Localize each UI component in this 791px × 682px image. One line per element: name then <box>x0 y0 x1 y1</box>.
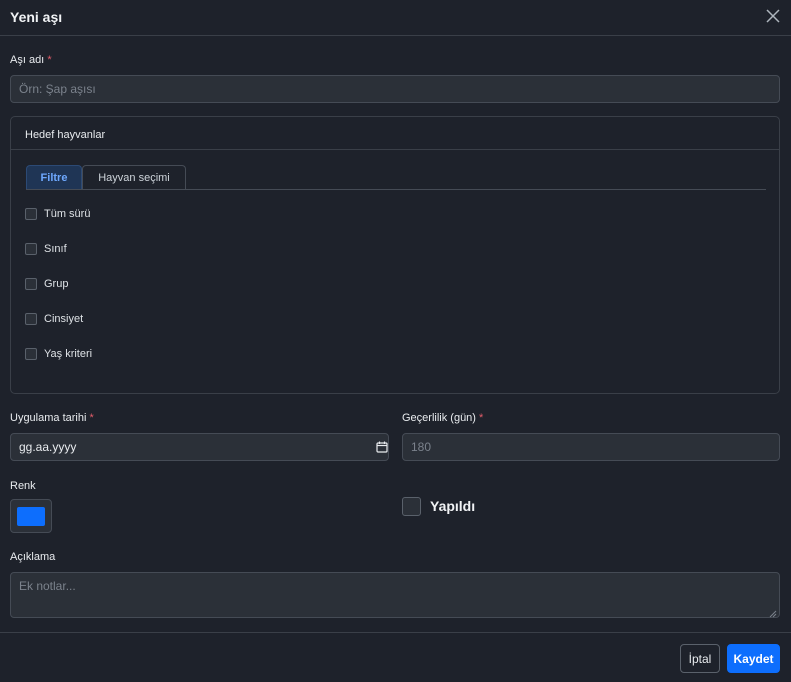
required-marker: * <box>47 54 52 66</box>
color-preview <box>17 507 45 526</box>
required-marker: * <box>89 412 94 424</box>
filter-label: Cinsiyet <box>44 313 84 325</box>
resize-handle-icon[interactable] <box>769 607 777 618</box>
filter-all-herd[interactable]: Tüm sürü <box>25 207 90 221</box>
vaccine-name-input[interactable]: Örn: Şap aşısı <box>10 75 780 103</box>
calendar-icon[interactable] <box>376 441 388 453</box>
validity-label-text: Geçerlilik (gün) <box>402 412 476 424</box>
target-animals-panel: Hedef hayvanlar Filtre Hayvan seçimi Tüm… <box>10 116 780 394</box>
filter-gender[interactable]: Cinsiyet <box>25 312 83 326</box>
filter-label: Tüm sürü <box>44 208 91 220</box>
description-placeholder: Ek notlar... <box>19 579 76 593</box>
new-vaccine-modal: Yeni aşı Aşı adı * Örn: Şap aşısı Hedef … <box>0 0 791 682</box>
filter-label: Yaş kriteri <box>44 348 93 360</box>
tab-filter[interactable]: Filtre <box>26 165 82 190</box>
close-icon[interactable] <box>763 6 783 26</box>
application-date-input[interactable]: gg.aa.yyyy <box>10 433 389 461</box>
color-label: Renk <box>10 480 36 492</box>
required-marker: * <box>479 412 484 424</box>
filter-label: Sınıf <box>44 243 67 255</box>
checkbox[interactable] <box>25 208 37 220</box>
vaccine-name-label: Aşı adı * <box>10 54 52 66</box>
tabs-divider <box>26 189 766 190</box>
save-button[interactable]: Kaydet <box>727 644 780 673</box>
modal-title: Yeni aşı <box>10 9 63 25</box>
filter-group[interactable]: Grup <box>25 277 68 291</box>
checkbox[interactable] <box>25 243 37 255</box>
vaccine-name-label-text: Aşı adı <box>10 54 45 66</box>
checkbox[interactable] <box>25 313 37 325</box>
color-picker[interactable] <box>10 499 52 533</box>
tab-animal-selection[interactable]: Hayvan seçimi <box>82 165 186 190</box>
target-animals-header: Hedef hayvanlar <box>11 117 779 150</box>
validity-label: Geçerlilik (gün) * <box>402 412 483 424</box>
description-label: Açıklama <box>10 551 56 563</box>
vaccine-name-placeholder: Örn: Şap aşısı <box>19 82 96 96</box>
target-animals-title: Hedef hayvanlar <box>25 129 106 141</box>
checkbox[interactable] <box>25 278 37 290</box>
filter-label: Grup <box>44 278 69 290</box>
modal-header: Yeni aşı <box>0 0 791 36</box>
validity-placeholder: 180 <box>411 440 432 454</box>
checkbox[interactable] <box>25 348 37 360</box>
done-checkbox[interactable] <box>402 497 421 516</box>
application-date-label-text: Uygulama tarihi <box>10 412 87 424</box>
validity-input[interactable]: 180 <box>402 433 780 461</box>
modal-footer: İptal Kaydet <box>0 632 791 682</box>
application-date-label: Uygulama tarihi * <box>10 412 94 424</box>
filter-class[interactable]: Sınıf <box>25 242 67 256</box>
filter-age-criteria[interactable]: Yaş kriteri <box>25 347 92 361</box>
done-label[interactable]: Yapıldı <box>430 498 475 514</box>
description-textarea[interactable]: Ek notlar... <box>10 572 780 618</box>
cancel-button[interactable]: İptal <box>680 644 720 673</box>
application-date-value: gg.aa.yyyy <box>19 440 77 454</box>
